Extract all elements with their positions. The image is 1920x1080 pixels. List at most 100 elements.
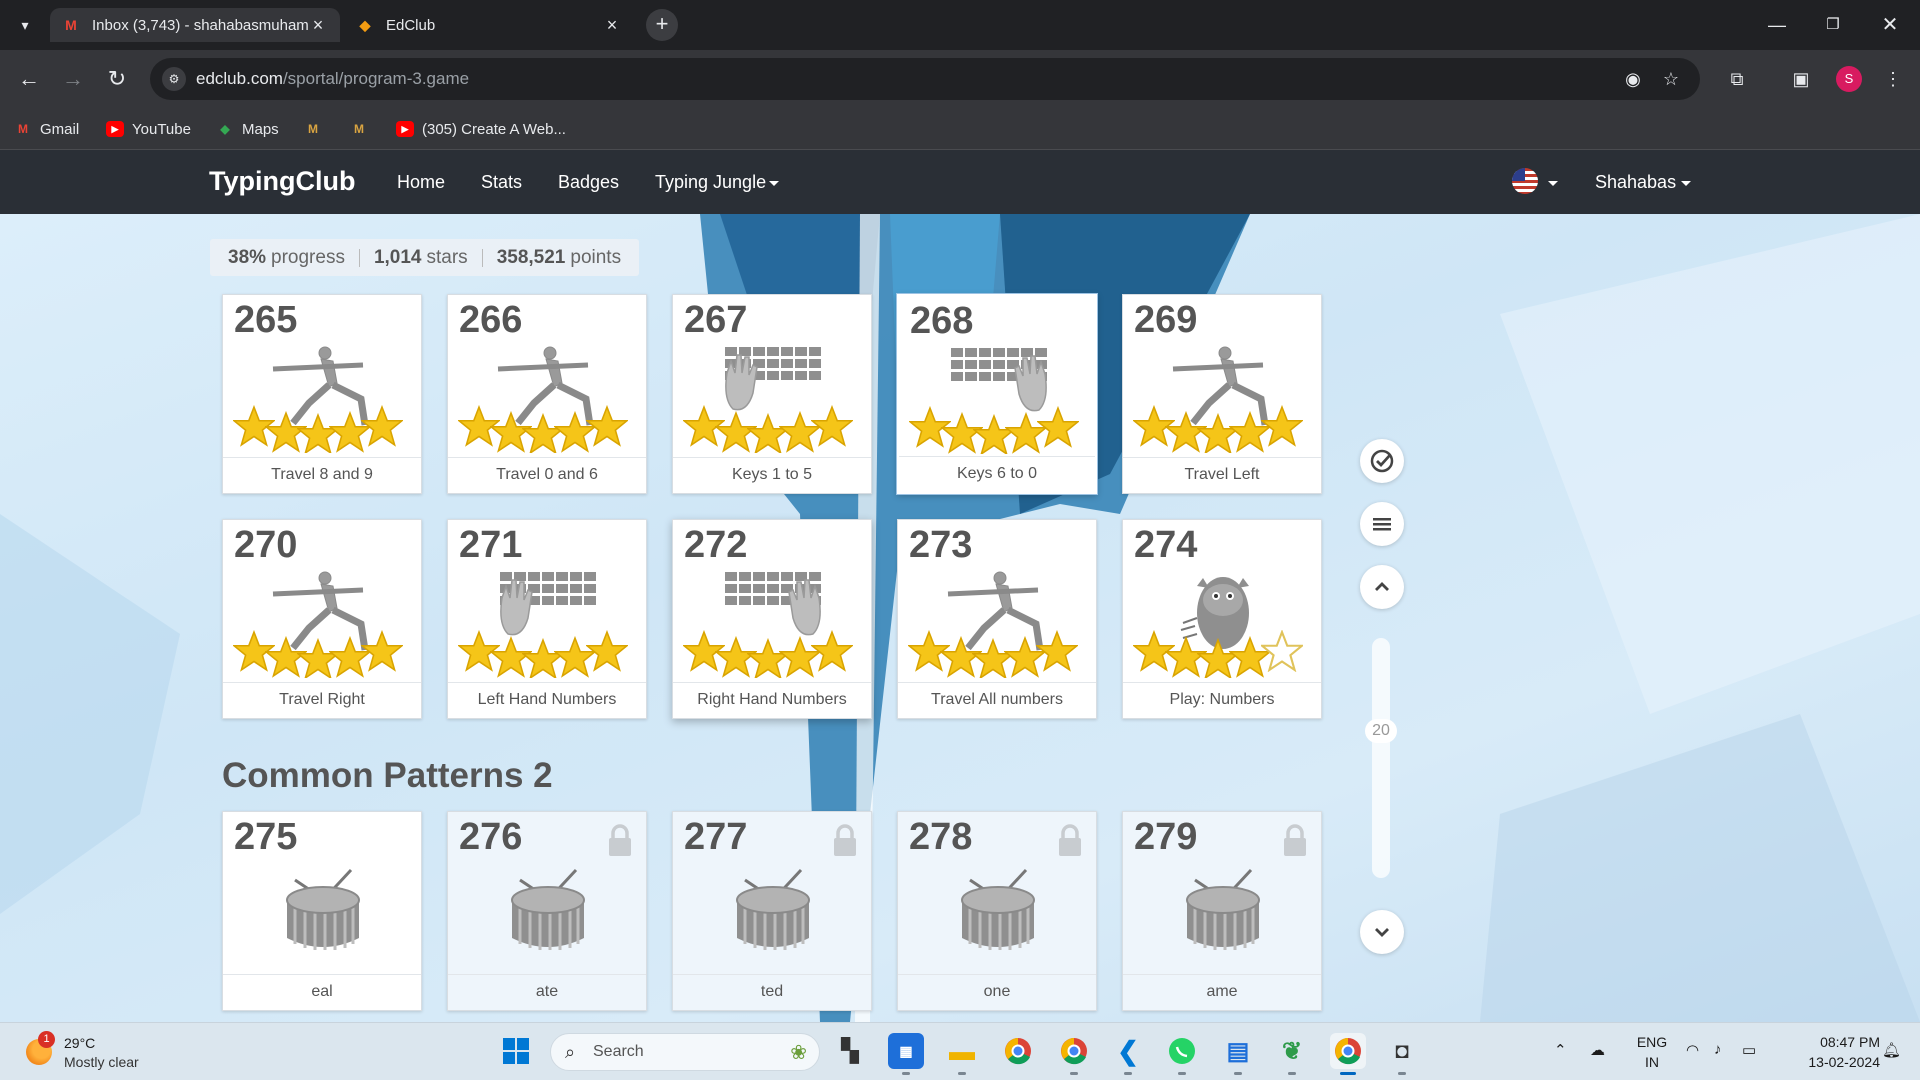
bookmark-gmail-3[interactable]: M bbox=[350, 116, 376, 142]
bookmark-label: Maps bbox=[242, 120, 279, 138]
volume-icon[interactable]: ♪ bbox=[1714, 1041, 1722, 1058]
store-icon: ▦ bbox=[899, 1042, 913, 1059]
lesson-number: 274 bbox=[1134, 524, 1198, 566]
bookmark-youtube[interactable]: ▶ YouTube bbox=[106, 116, 191, 142]
lesson-label: Keys 1 to 5 bbox=[673, 457, 871, 493]
hamburger-icon bbox=[1373, 518, 1391, 531]
chevron-down-icon[interactable] bbox=[769, 181, 779, 186]
nav-typing-jungle[interactable]: Typing Jungle bbox=[655, 172, 766, 193]
extensions-icon[interactable]: ⧉ bbox=[1724, 66, 1750, 92]
url-host: edclub.com bbox=[196, 69, 283, 88]
bookmark-gmail-2[interactable]: M bbox=[304, 116, 330, 142]
chrome-profile-app[interactable] bbox=[1056, 1033, 1092, 1075]
bookmark-maps[interactable]: ◆ Maps bbox=[216, 116, 279, 142]
input-language[interactable]: ENG IN bbox=[1632, 1032, 1672, 1072]
chevron-down-icon[interactable] bbox=[1548, 181, 1558, 186]
battery-icon[interactable]: ▭ bbox=[1742, 1041, 1756, 1059]
lesson-label: one bbox=[898, 974, 1096, 1010]
nav-home[interactable]: Home bbox=[397, 172, 445, 193]
lesson-card-270[interactable]: 270 Travel Right bbox=[222, 519, 422, 719]
notifications-bell-icon[interactable]: 🔔︎ bbox=[1882, 1041, 1901, 1059]
camera-app[interactable]: ◘ bbox=[1384, 1033, 1420, 1075]
microsoft-store-app[interactable]: ▦ bbox=[888, 1033, 924, 1075]
lesson-card-279[interactable]: 279 ame bbox=[1122, 811, 1322, 1011]
close-tab-icon[interactable]: × bbox=[602, 15, 622, 36]
drum-icon bbox=[510, 868, 586, 952]
lesson-card-268[interactable]: 268 Keys 6 to 0 bbox=[897, 294, 1097, 494]
site-logo[interactable]: TypingClub bbox=[209, 166, 355, 197]
chrome-icon bbox=[1335, 1038, 1361, 1065]
whatsapp-app[interactable] bbox=[1164, 1033, 1200, 1075]
bookmark-create-a-web[interactable]: ▶ (305) Create A Web... bbox=[396, 116, 566, 142]
notification-badge: 1 bbox=[38, 1031, 55, 1048]
lesson-card-269[interactable]: 269 Travel Left bbox=[1122, 294, 1322, 494]
lesson-number: 272 bbox=[684, 524, 748, 566]
tab-gmail-inbox[interactable]: M Inbox (3,743) - shahabasmuhammed × bbox=[50, 8, 340, 42]
lesson-card-267[interactable]: 267 Keys 1 to 5 bbox=[672, 294, 872, 494]
site-info-icon[interactable]: ⚙ bbox=[162, 67, 186, 91]
tab-search-chevron-icon[interactable]: ▾ bbox=[12, 12, 38, 38]
mongodb-app[interactable]: ❦ bbox=[1274, 1033, 1310, 1075]
scroll-up-button[interactable] bbox=[1360, 565, 1404, 609]
onedrive-icon[interactable]: ☁ bbox=[1590, 1041, 1605, 1059]
chrome-active-app[interactable] bbox=[1330, 1033, 1366, 1075]
notepad-app[interactable]: ▤ bbox=[1220, 1033, 1256, 1075]
us-flag-icon[interactable] bbox=[1512, 168, 1538, 194]
lock-icon bbox=[607, 824, 633, 858]
runner-icon bbox=[233, 343, 413, 453]
gmail-icon: M bbox=[308, 122, 318, 136]
bookmark-star-icon[interactable]: ☆ bbox=[1660, 68, 1682, 90]
minimize-window-button[interactable]: — bbox=[1757, 10, 1797, 40]
lesson-card-275[interactable]: 275 eal bbox=[222, 811, 422, 1011]
menu-button[interactable] bbox=[1360, 502, 1404, 546]
address-bar[interactable]: ⚙ edclub.com/sportal/program-3.game ◉ ☆ bbox=[150, 58, 1700, 100]
weather-widget[interactable]: 1 29°C Mostly clear bbox=[22, 1031, 222, 1075]
left-hand-keyboard-icon bbox=[683, 347, 863, 453]
scroll-down-button[interactable] bbox=[1360, 910, 1404, 954]
nav-stats[interactable]: Stats bbox=[481, 172, 522, 193]
back-button[interactable]: ← bbox=[14, 64, 44, 94]
lesson-card-273[interactable]: 273 Travel All numbers bbox=[897, 519, 1097, 719]
scroll-position-indicator[interactable]: 20 bbox=[1365, 719, 1397, 743]
check-progress-button[interactable] bbox=[1360, 439, 1404, 483]
restore-window-button[interactable]: ❐ bbox=[1813, 10, 1853, 40]
taskbar-search[interactable]: ⌕ Search ❀ bbox=[550, 1033, 820, 1071]
lesson-card-278[interactable]: 278 one bbox=[897, 811, 1097, 1011]
browser-menu-icon[interactable]: ⋮ bbox=[1880, 66, 1906, 92]
lesson-card-271[interactable]: 271 Left Hand Numbers bbox=[447, 519, 647, 719]
user-menu[interactable]: Shahabas bbox=[1595, 172, 1676, 193]
lesson-number: 279 bbox=[1134, 816, 1198, 858]
chrome-app[interactable] bbox=[1000, 1033, 1036, 1069]
nav-badges[interactable]: Badges bbox=[558, 172, 619, 193]
youtube-icon: ▶ bbox=[106, 121, 124, 137]
eye-slash-icon[interactable]: ◉ bbox=[1622, 68, 1644, 90]
vscode-app[interactable]: ❮ bbox=[1110, 1033, 1146, 1075]
address-url[interactable]: edclub.com/sportal/program-3.game bbox=[196, 69, 469, 89]
system-clock[interactable]: 08:47 PM 13-02-2024 bbox=[1780, 1032, 1880, 1072]
lesson-card-266[interactable]: 266 Travel 0 and 6 bbox=[447, 294, 647, 494]
lesson-card-274[interactable]: 274 Play: Numbers bbox=[1122, 519, 1322, 719]
lesson-card-272[interactable]: 272 Right Hand Numbers bbox=[672, 519, 872, 719]
file-explorer-app[interactable]: ▬ bbox=[944, 1033, 980, 1075]
chevron-down-icon[interactable] bbox=[1681, 181, 1691, 186]
bookmark-gmail[interactable]: M Gmail bbox=[14, 116, 79, 142]
scroll-track[interactable] bbox=[1372, 638, 1390, 878]
tab-edclub[interactable]: ◆ EdClub × bbox=[344, 8, 634, 42]
forward-button[interactable]: → bbox=[58, 64, 88, 94]
lock-icon bbox=[1282, 824, 1308, 858]
wifi-icon[interactable]: ◠ bbox=[1686, 1041, 1699, 1059]
start-button[interactable] bbox=[498, 1033, 534, 1069]
close-window-button[interactable]: ✕ bbox=[1870, 10, 1910, 40]
show-hidden-icons-chevron[interactable]: ⌃ bbox=[1554, 1041, 1567, 1059]
new-tab-button[interactable]: + bbox=[646, 9, 678, 41]
profile-avatar[interactable]: S bbox=[1836, 66, 1862, 92]
lesson-label: Travel All numbers bbox=[898, 682, 1096, 718]
lesson-card-276[interactable]: 276 ate bbox=[447, 811, 647, 1011]
reload-button[interactable]: ↻ bbox=[102, 64, 132, 94]
lesson-card-265[interactable]: 265 Travel 8 and 9 bbox=[222, 294, 422, 494]
side-panel-icon[interactable]: ▣ bbox=[1788, 66, 1814, 92]
close-tab-icon[interactable]: × bbox=[308, 15, 328, 36]
lesson-map: 38% progress 1,014 stars 358,521 points … bbox=[0, 214, 1920, 1022]
lesson-card-277[interactable]: 277 ted bbox=[672, 811, 872, 1011]
task-view-button[interactable]: ▚ bbox=[832, 1033, 868, 1069]
